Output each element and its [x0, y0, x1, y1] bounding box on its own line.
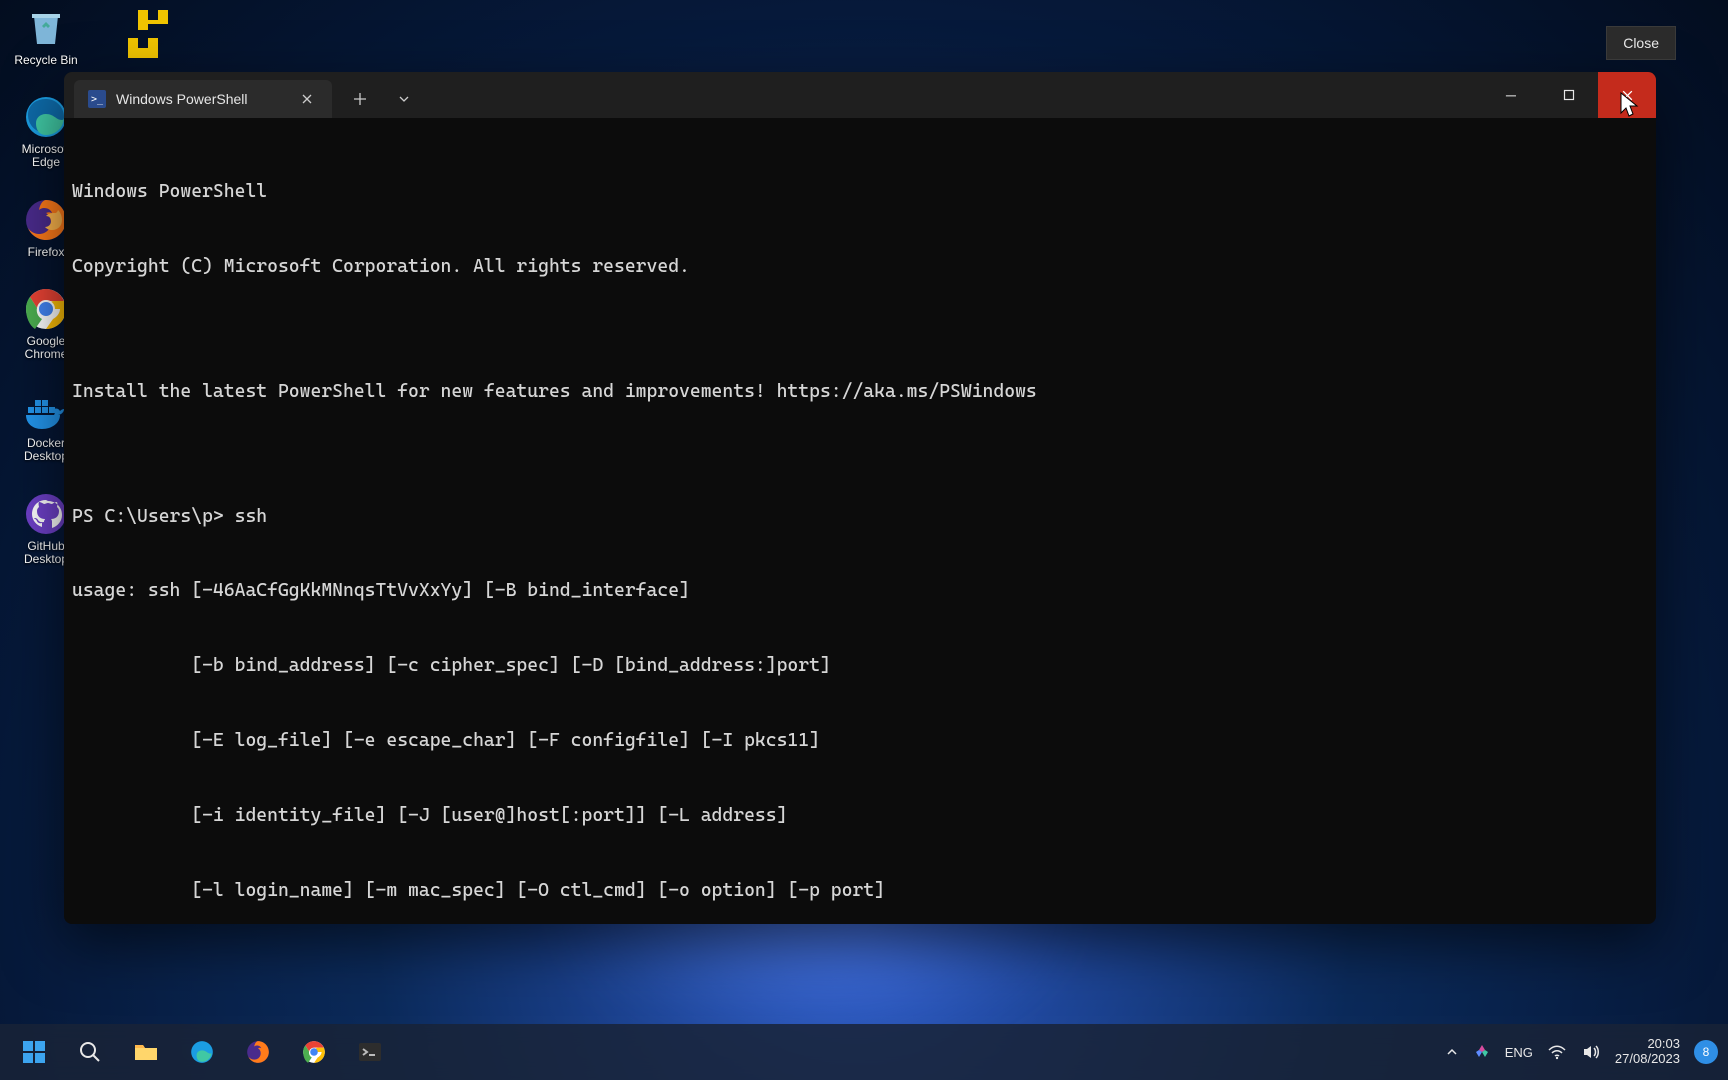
vmware-icon — [120, 6, 176, 62]
maximize-button[interactable] — [1540, 72, 1598, 118]
terminal-line: usage: ssh [-46AaCfGgKkMNnqsTtVvXxYy] [-… — [72, 579, 1648, 604]
tab-strip-controls — [338, 72, 426, 118]
terminal-line: Windows PowerShell — [72, 180, 1648, 205]
firefox-icon — [22, 196, 70, 244]
terminal-line: Install the latest PowerShell for new fe… — [72, 380, 1648, 405]
firefox-taskbar-button[interactable] — [234, 1030, 282, 1074]
terminal-line: [-i identity_file] [-J [user@]host[:port… — [72, 804, 1648, 829]
terminal-line: [-l login_name] [-m mac_spec] [-O ctl_cm… — [72, 879, 1648, 904]
recycle-bin-icon — [22, 4, 70, 52]
tray-date: 27/08/2023 — [1615, 1052, 1680, 1067]
system-tray: ENG 20:03 27/08/2023 8 — [1445, 1037, 1718, 1067]
edge-icon — [22, 93, 70, 141]
terminal-line: [-b bind_address] [-c cipher_spec] [-D [… — [72, 654, 1648, 679]
docker-icon — [22, 387, 70, 435]
terminal-taskbar-button[interactable] — [346, 1030, 394, 1074]
tab-powershell[interactable]: >_ Windows PowerShell — [74, 80, 332, 118]
new-tab-button[interactable] — [338, 80, 382, 118]
terminal-body[interactable]: Windows PowerShell Copyright (C) Microso… — [64, 118, 1656, 924]
window-titlebar[interactable]: >_ Windows PowerShell ─ — [64, 72, 1656, 118]
desktop-icon-label: Recycle Bin — [14, 54, 77, 67]
minimize-button[interactable]: ─ — [1482, 72, 1540, 118]
tray-time: 20:03 — [1615, 1037, 1680, 1052]
tab-dropdown-button[interactable] — [382, 80, 426, 118]
start-button[interactable] — [10, 1030, 58, 1074]
desktop-icon-recycle-bin[interactable]: Recycle Bin — [8, 4, 84, 67]
search-button[interactable] — [66, 1030, 114, 1074]
copilot-tray-icon[interactable] — [1473, 1043, 1491, 1061]
chrome-icon — [22, 285, 70, 333]
terminal-line: PS C:\Users\p> ssh — [72, 505, 1648, 530]
tray-clock[interactable]: 20:03 27/08/2023 — [1615, 1037, 1680, 1067]
terminal-line: Copyright (C) Microsoft Corporation. All… — [72, 255, 1648, 280]
file-explorer-button[interactable] — [122, 1030, 170, 1074]
tray-overflow-button[interactable] — [1445, 1045, 1459, 1059]
desktop-icon-label: Firefox — [28, 246, 65, 259]
close-tooltip: Close — [1606, 26, 1676, 60]
terminal-line: [-E log_file] [-e escape_char] [-F confi… — [72, 729, 1648, 754]
chrome-taskbar-button[interactable] — [290, 1030, 338, 1074]
taskbar-pinned-apps — [10, 1030, 394, 1074]
terminal-window: >_ Windows PowerShell ─ Windows — [64, 72, 1656, 924]
wifi-icon[interactable] — [1547, 1042, 1567, 1062]
edge-taskbar-button[interactable] — [178, 1030, 226, 1074]
powershell-icon: >_ — [88, 90, 106, 108]
volume-icon[interactable] — [1581, 1042, 1601, 1062]
tab-close-button[interactable] — [296, 88, 318, 110]
github-icon — [22, 490, 70, 538]
taskbar: ENG 20:03 27/08/2023 8 — [0, 1024, 1728, 1080]
tray-language[interactable]: ENG — [1505, 1045, 1533, 1060]
tab-title: Windows PowerShell — [116, 91, 286, 107]
mouse-cursor-icon — [1620, 92, 1640, 125]
notification-badge[interactable]: 8 — [1694, 1040, 1718, 1064]
